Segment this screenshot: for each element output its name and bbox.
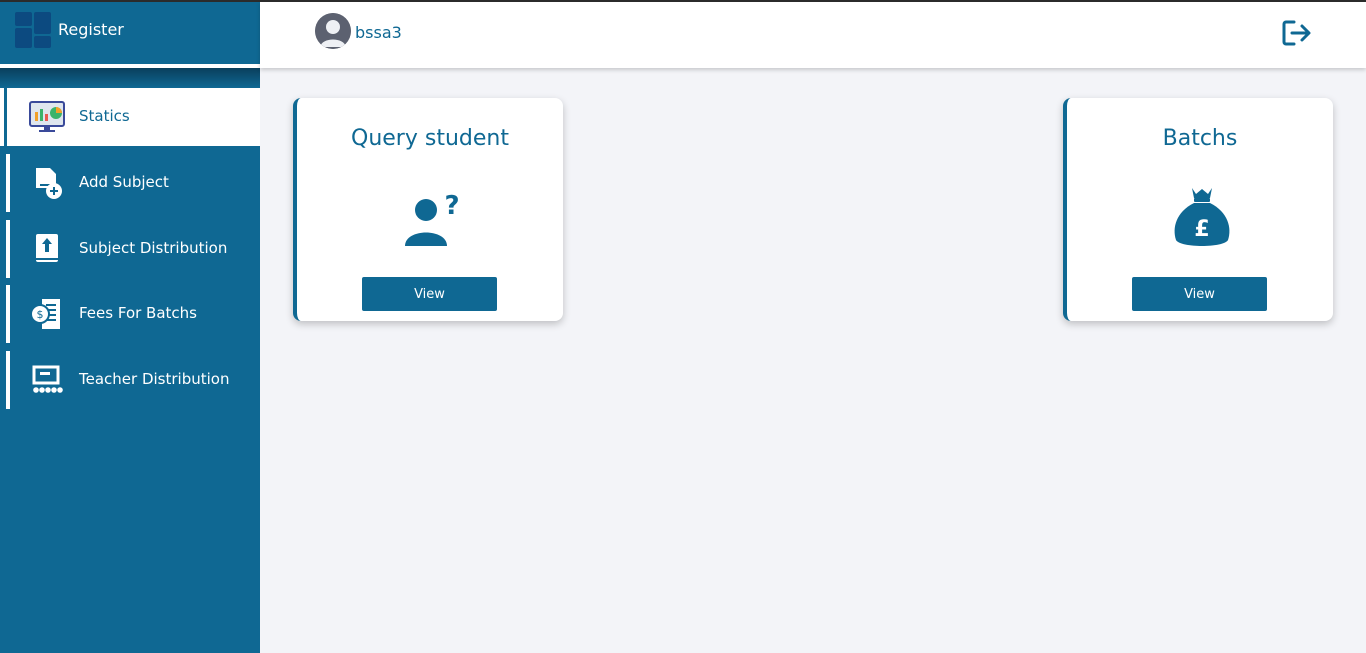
sidebar-item-label: Statics: [79, 107, 130, 125]
card-title: Batchs: [1162, 126, 1238, 151]
teacher-board-icon: [32, 365, 63, 393]
svg-text:?: ?: [444, 191, 459, 221]
sidebar-item-subject-distribution[interactable]: Subject Distribution: [0, 220, 260, 278]
user-question-icon: ?: [405, 191, 460, 246]
view-button[interactable]: View: [1132, 277, 1267, 311]
item-indicator: [6, 154, 10, 212]
sidebar: Register Statics Add Subject Subject Dis…: [0, 0, 260, 653]
item-indicator: [6, 285, 10, 343]
brand[interactable]: Register: [0, 2, 260, 64]
query-student-card: Query student ? View: [293, 98, 563, 321]
item-indicator: [6, 351, 10, 409]
upload-book-icon: [36, 234, 58, 262]
item-indicator: [6, 220, 10, 278]
brand-title: Register: [58, 20, 124, 39]
sidebar-item-label: Teacher Distribution: [79, 370, 230, 388]
top-header: bssa3: [260, 2, 1366, 68]
top-border: [0, 0, 1366, 2]
active-indicator: [4, 88, 7, 146]
logout-icon[interactable]: [1280, 18, 1314, 48]
sidebar-item-label: Fees For Batchs: [79, 304, 197, 322]
username: bssa3: [355, 23, 402, 42]
batchs-card: Batchs £ View: [1063, 98, 1333, 321]
money-bag-pound-icon: £: [1174, 188, 1230, 246]
statistics-monitor-icon: [29, 101, 65, 132]
view-button[interactable]: View: [362, 277, 497, 311]
sidebar-item-label: Subject Distribution: [79, 239, 228, 257]
add-document-icon: [36, 168, 62, 199]
svg-text:$: $: [37, 308, 44, 321]
sidebar-item-add-subject[interactable]: Add Subject: [0, 154, 260, 212]
avatar[interactable]: [315, 13, 351, 49]
divider-shadow: [0, 68, 260, 88]
sidebar-item-statics[interactable]: Statics: [0, 88, 260, 146]
sidebar-item-teacher-distribution[interactable]: Teacher Distribution: [0, 351, 260, 409]
fees-receipt-icon: $: [30, 299, 60, 329]
user-avatar-icon: [315, 13, 351, 49]
svg-text:£: £: [1194, 217, 1209, 242]
sidebar-item-label: Add Subject: [79, 173, 169, 191]
sidebar-item-fees-for-batchs[interactable]: $ Fees For Batchs: [0, 285, 260, 343]
card-title: Query student: [351, 126, 509, 151]
logo-icon: [15, 12, 51, 48]
